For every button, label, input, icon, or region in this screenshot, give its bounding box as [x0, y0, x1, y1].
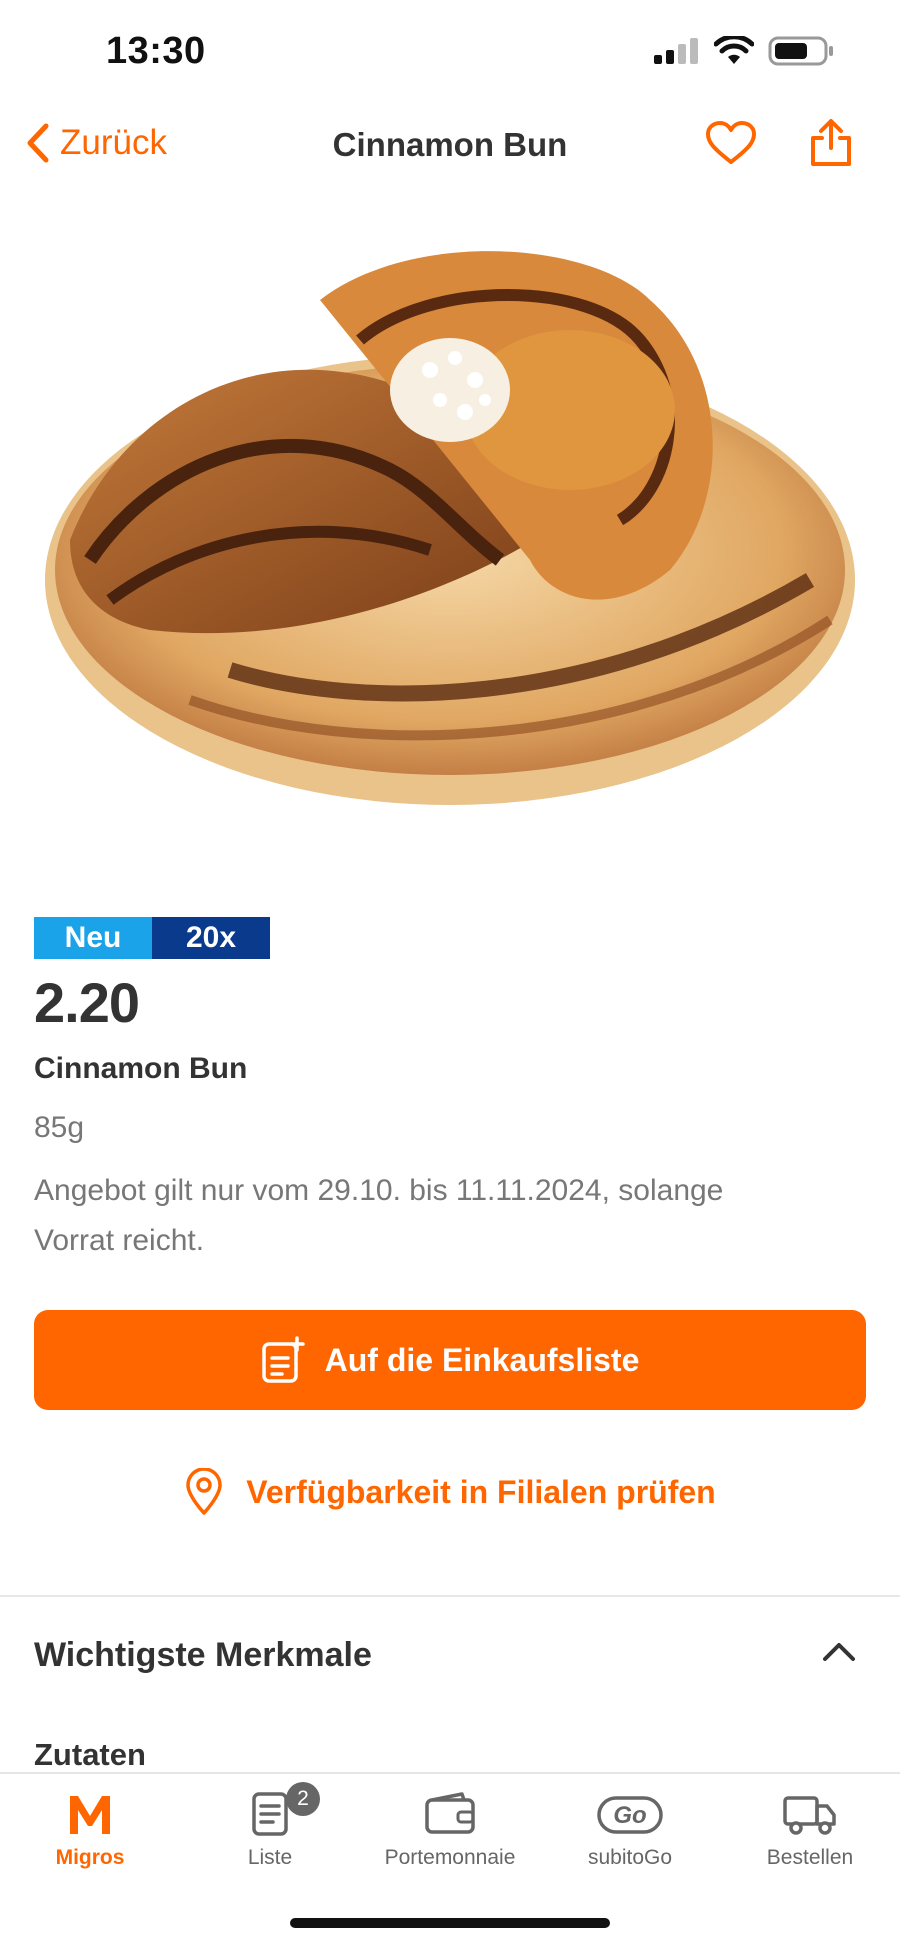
signal-icon: [654, 38, 698, 64]
tab-label: Portemonnaie: [384, 1846, 516, 1869]
ingredients-heading: Zutaten: [34, 1737, 146, 1772]
tab-label: Bestellen: [766, 1846, 854, 1869]
tab-label: subitoGo: [587, 1846, 673, 1869]
status-icons: [654, 36, 834, 66]
collapse-section-button[interactable]: [822, 1640, 856, 1667]
subitogo-icon: Go: [597, 1796, 663, 1834]
favorite-button[interactable]: [705, 120, 757, 171]
tab-migros[interactable]: Migros: [0, 1790, 180, 1870]
tab-label: Liste: [247, 1846, 293, 1869]
availability-label: Verfügbarkeit in Filialen prüfen: [246, 1473, 716, 1510]
tab-subitogo[interactable]: Go subitoGo: [540, 1790, 720, 1870]
status-time: 13:30: [106, 30, 206, 72]
migros-logo-icon: [70, 1796, 110, 1834]
new-badge: Neu: [34, 917, 152, 959]
product-name: Cinnamon Bun: [34, 1052, 248, 1085]
product-weight: 85g: [34, 1111, 85, 1144]
location-pin-icon: [186, 1468, 223, 1515]
offer-validity-text: Angebot gilt nur vom 29.10. bis 11.11.20…: [34, 1174, 724, 1257]
heart-icon: [706, 121, 756, 164]
back-button[interactable]: Zurück: [24, 122, 167, 164]
chevron-left-icon: [27, 123, 49, 163]
tab-label: Migros: [55, 1846, 125, 1869]
promo-badges: Neu 20x: [34, 917, 270, 959]
chevron-up-icon: [823, 1643, 855, 1661]
add-to-list-label: Auf die Einkaufsliste: [324, 1341, 640, 1378]
section-divider: [0, 1595, 900, 1597]
tab-bestellen[interactable]: Bestellen: [720, 1790, 900, 1870]
share-icon: [811, 119, 851, 166]
share-button[interactable]: [808, 118, 854, 173]
list-count-badge: 2: [286, 1782, 320, 1816]
check-availability-link[interactable]: Verfügbarkeit in Filialen prüfen: [0, 1468, 900, 1516]
battery-icon: [768, 36, 833, 66]
tab-liste[interactable]: 2 Liste: [180, 1782, 360, 1870]
add-to-shopping-list-button[interactable]: Auf die Einkaufsliste: [34, 1310, 866, 1410]
truck-icon: [783, 1796, 836, 1835]
add-to-list-icon: [261, 1336, 305, 1383]
key-features-heading: Wichtigste Merkmale: [34, 1636, 372, 1674]
wallet-icon: [425, 1792, 475, 1834]
tab-portemonnaie[interactable]: Portemonnaie: [360, 1790, 540, 1870]
product-price: 2.20: [34, 971, 140, 1034]
home-indicator: [290, 1918, 610, 1928]
svg-text:Go: Go: [613, 1802, 646, 1829]
cumulus-multiplier-badge: 20x: [152, 917, 270, 959]
wifi-icon: [714, 36, 754, 64]
product-image: [45, 251, 855, 805]
back-label: Zurück: [60, 123, 167, 162]
